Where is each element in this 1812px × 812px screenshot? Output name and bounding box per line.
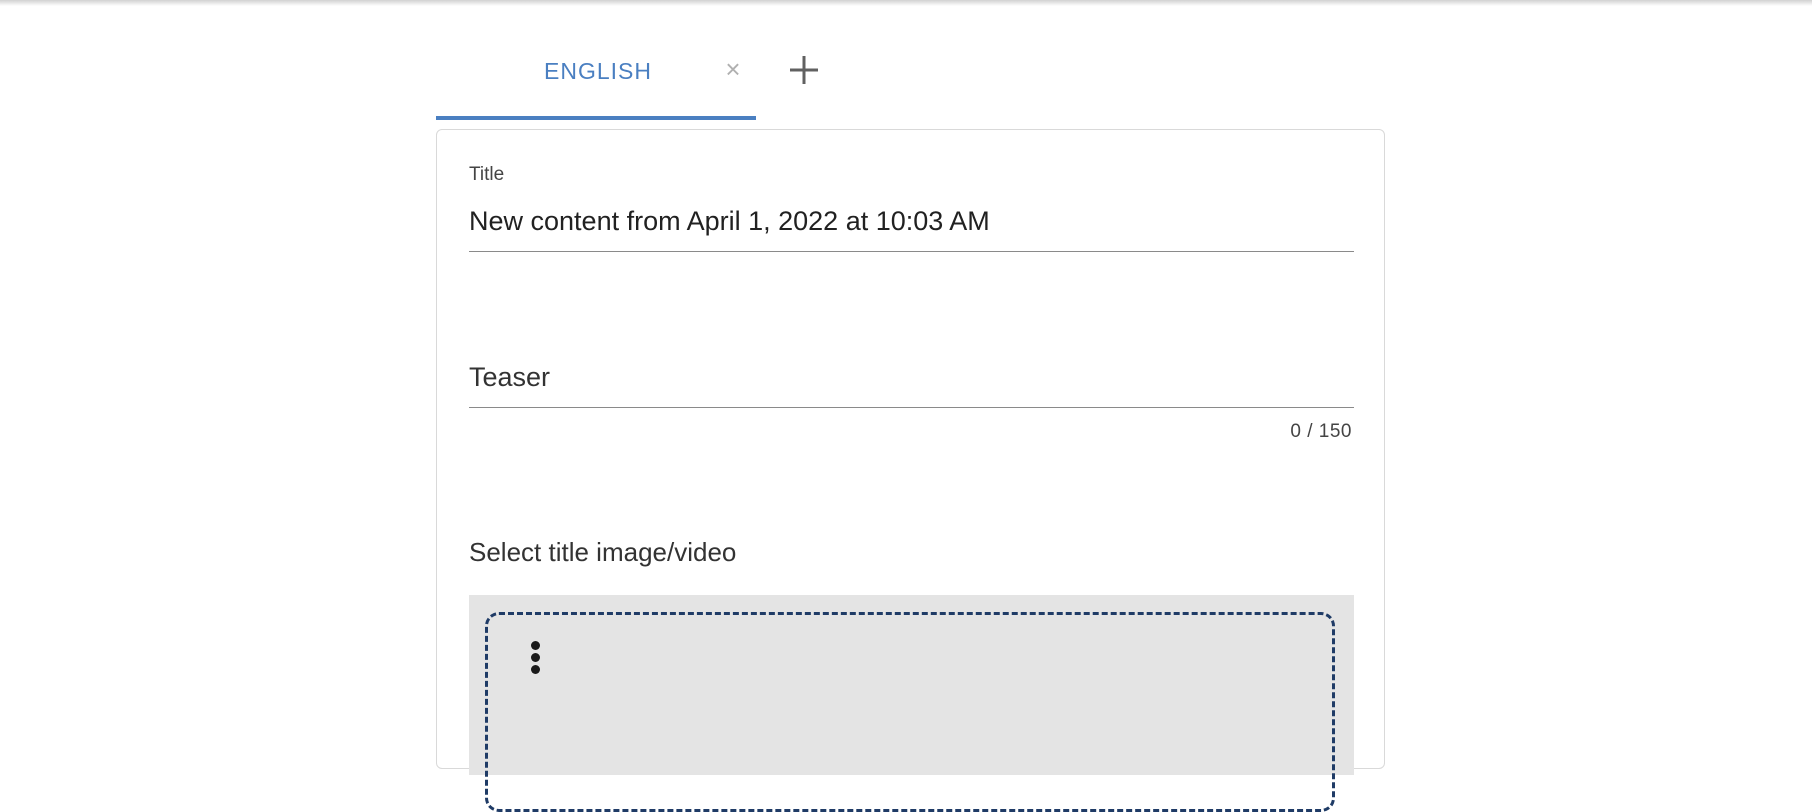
media-section-title: Select title image/video [469,537,737,567]
teaser-input[interactable] [469,362,1349,393]
teaser-char-counter: 0 / 150 [1290,421,1352,442]
media-picker [469,595,1354,812]
title-underline [469,251,1354,252]
teaser-underline [469,407,1354,408]
add-language-button[interactable] [784,50,824,90]
close-icon[interactable]: × [718,54,748,84]
more-vert-icon[interactable] [528,641,542,681]
content-form-card: Title 0 / 150 Select title image/video [436,129,1385,812]
active-tab-indicator [436,116,756,120]
tab-english[interactable]: ENGLISH × [436,36,756,120]
app-bar-shadow [0,0,1812,6]
language-tabs: ENGLISH × [436,36,1386,120]
tab-label: ENGLISH [544,58,652,84]
title-label: Title [469,164,505,185]
plus-icon [790,56,818,84]
title-input[interactable] [469,206,1349,237]
media-dropzone[interactable] [485,612,1335,812]
